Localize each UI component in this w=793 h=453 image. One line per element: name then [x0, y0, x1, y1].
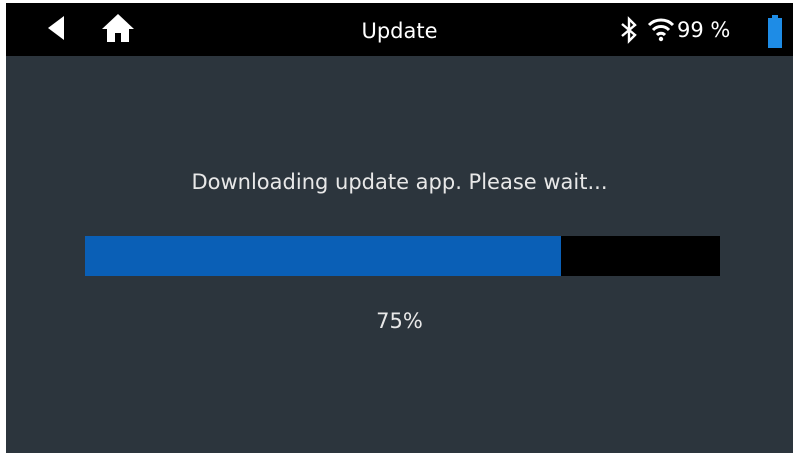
battery-percentage: 99 %	[677, 18, 731, 42]
home-button[interactable]	[98, 12, 138, 48]
progress-bar-fill	[85, 236, 561, 276]
home-icon	[101, 13, 135, 47]
wifi-icon	[647, 16, 675, 46]
back-button[interactable]	[40, 13, 72, 47]
top-bar: Update 99 %	[6, 3, 793, 56]
back-arrow-icon	[46, 15, 66, 45]
device-screen: Update 99 % Downloading update app. Plea…	[6, 3, 793, 453]
progress-percent: 75%	[376, 309, 423, 333]
bluetooth-icon	[619, 16, 639, 48]
progress-bar	[85, 236, 720, 276]
battery-icon	[768, 15, 782, 48]
status-message: Downloading update app. Please wait...	[191, 170, 608, 194]
